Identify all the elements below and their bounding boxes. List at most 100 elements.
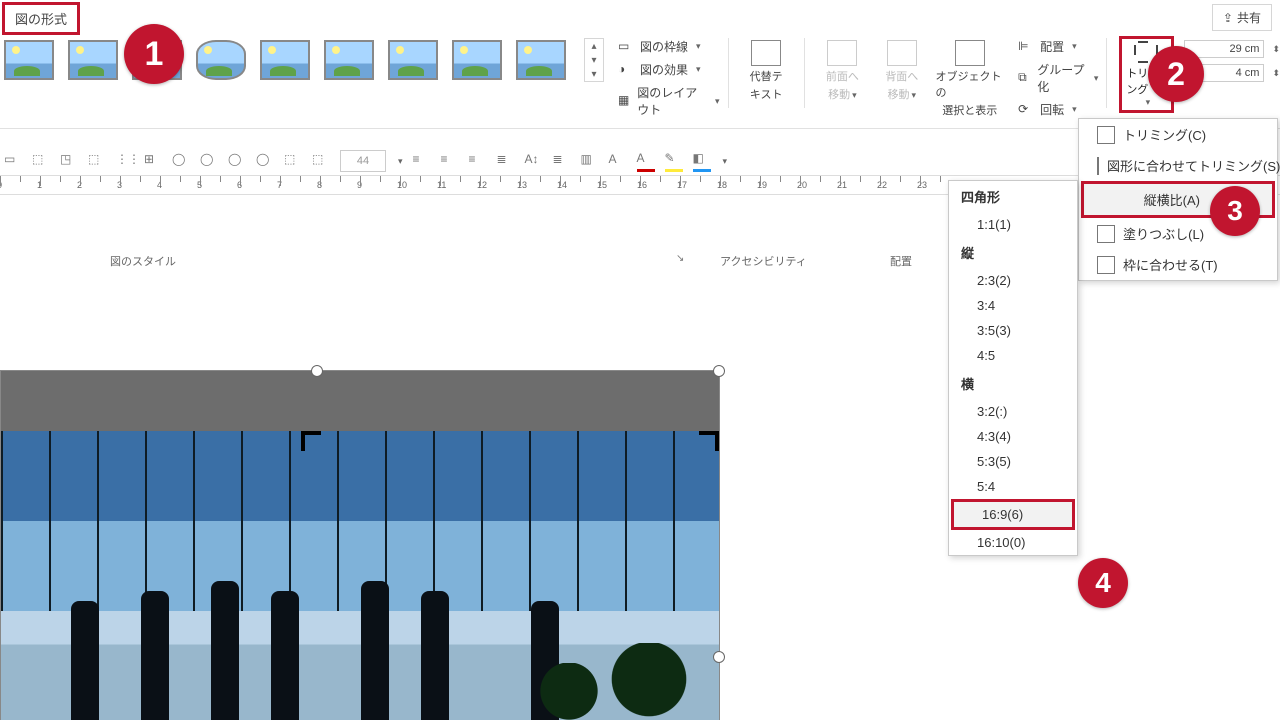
bring-forward-icon	[827, 40, 857, 66]
chevron-down-icon: ▾	[696, 64, 701, 75]
qat-icon[interactable]: ⬚	[284, 152, 302, 170]
menu-crop[interactable]: トリミング(C)	[1079, 119, 1277, 150]
title-bar: 図の形式 ⇪共有	[0, 0, 1280, 32]
fit-icon	[1097, 256, 1115, 274]
picture-layout-button[interactable]: ▦図のレイアウト▾	[618, 84, 720, 118]
crop-handle[interactable]	[301, 431, 321, 451]
callout-4: 4	[1078, 558, 1128, 608]
align-center-icon[interactable]: ≡	[441, 152, 459, 170]
arrange-options: ⊫配置▾ ⧉グループ化▾ ⟳回転▾	[1018, 38, 1098, 118]
columns-icon[interactable]: ▥	[581, 152, 599, 170]
shape-icon	[1097, 157, 1099, 175]
aspect-ratio-submenu: 四角形 1:1(1) 縦 2:3(2) 3:4 3:5(3) 4:5 横 3:2…	[948, 180, 1078, 556]
highlight-icon[interactable]: ✎	[665, 151, 683, 172]
share-button[interactable]: ⇪共有	[1212, 4, 1272, 31]
send-backward-button[interactable]: 背面へ 移動▾	[872, 38, 931, 104]
chevron-down-icon: ▾	[696, 41, 701, 52]
callout-3: 3	[1210, 186, 1260, 236]
chevron-down-icon: ▾	[1146, 97, 1151, 108]
tab-picture-format[interactable]: 図の形式	[2, 2, 80, 35]
menu-fit[interactable]: 枠に合わせる(T)	[1079, 249, 1277, 280]
qat-icon[interactable]: ◯	[228, 152, 246, 170]
aspect-3-5[interactable]: 3:5(3)	[949, 318, 1077, 343]
layout-icon: ▦	[618, 93, 631, 109]
send-backward-icon	[887, 40, 917, 66]
pic-style-5[interactable]	[260, 40, 310, 80]
picture-border-button[interactable]: ▭図の枠線▾	[618, 38, 720, 55]
pic-style-4[interactable]	[196, 40, 246, 80]
qat-icon[interactable]: ⬚	[32, 152, 50, 170]
picture-styles-gallery[interactable]: ▴▾▾	[0, 32, 608, 82]
line-spacing-icon[interactable]: ≣	[553, 152, 571, 170]
qat-icon[interactable]: ⬚	[88, 152, 106, 170]
pic-style-6[interactable]	[324, 40, 374, 80]
aspect-16-9[interactable]: 16:9(6)	[951, 499, 1075, 530]
effects-icon: ◑	[618, 62, 634, 78]
rotate-icon: ⟳	[1018, 102, 1034, 118]
picture-format-options: ▭図の枠線▾ ◑図の効果▾ ▦図のレイアウト▾	[618, 38, 720, 118]
chevron-down-icon: ▾	[715, 96, 720, 107]
aspect-3-2[interactable]: 3:2(:)	[949, 399, 1077, 424]
qat-icon[interactable]: ◯	[200, 152, 218, 170]
spacing-icon[interactable]: A↕	[525, 152, 543, 170]
font-size-box[interactable]: 44	[340, 150, 386, 172]
align-left-icon[interactable]: ≡	[413, 152, 431, 170]
qat-icon[interactable]: ◯	[256, 152, 274, 170]
callout-2: 2	[1148, 46, 1204, 102]
aspect-4-3[interactable]: 4:3(4)	[949, 424, 1077, 449]
qat-icon[interactable]: ⬚	[312, 152, 330, 170]
group-label-accessibility: アクセシビリティ	[720, 253, 807, 269]
crop-icon	[1097, 126, 1115, 144]
group-button[interactable]: ⧉グループ化▾	[1018, 61, 1098, 95]
ribbon: ▴▾▾ ▭図の枠線▾ ◑図の効果▾ ▦図のレイアウト▾ 代替テ キスト 前面へ …	[0, 32, 1280, 129]
selected-picture[interactable]	[0, 370, 720, 720]
dialog-launcher-icon[interactable]: ↘	[676, 253, 684, 264]
group-icon: ⧉	[1018, 70, 1031, 86]
aspect-3-4[interactable]: 3:4	[949, 293, 1077, 318]
fill-icon[interactable]: ◧	[693, 151, 711, 172]
align-right-icon[interactable]: ≡	[469, 152, 487, 170]
aspect-2-3[interactable]: 2:3(2)	[949, 268, 1077, 293]
group-label-arrange: 配置	[890, 253, 912, 269]
font-icon[interactable]: A	[609, 152, 627, 170]
selection-handle[interactable]	[311, 365, 323, 377]
align-button[interactable]: ⊫配置▾	[1018, 38, 1098, 55]
share-icon: ⇪	[1223, 11, 1233, 25]
fill-icon	[1097, 225, 1115, 243]
pic-style-9[interactable]	[516, 40, 566, 80]
align-icon: ⊫	[1018, 39, 1034, 55]
aspect-5-3[interactable]: 5:3(5)	[949, 449, 1077, 474]
justify-icon[interactable]: ≣	[497, 152, 515, 170]
pic-style-1[interactable]	[4, 40, 54, 80]
aspect-4-5[interactable]: 4:5	[949, 343, 1077, 368]
rotate-button[interactable]: ⟳回転▾	[1018, 101, 1098, 118]
bring-forward-button[interactable]: 前面へ 移動▾	[813, 38, 872, 104]
aspect-1-1[interactable]: 1:1(1)	[949, 212, 1077, 237]
pic-style-2[interactable]	[68, 40, 118, 80]
qat-icon[interactable]: ⊞	[144, 152, 162, 170]
group-label-styles: 図のスタイル	[110, 253, 176, 269]
alt-text-icon	[751, 40, 781, 66]
aspect-header-square: 四角形	[949, 181, 1077, 212]
picture-effects-button[interactable]: ◑図の効果▾	[618, 61, 720, 78]
pic-style-7[interactable]	[388, 40, 438, 80]
menu-crop-to-shape[interactable]: 図形に合わせてトリミング(S)›	[1079, 150, 1277, 181]
picture-styles-more[interactable]: ▴▾▾	[584, 38, 604, 82]
selection-pane-icon	[955, 40, 985, 66]
qat-icon[interactable]: ◳	[60, 152, 78, 170]
pic-style-8[interactable]	[452, 40, 502, 80]
alt-text-button[interactable]: 代替テ キスト	[736, 38, 795, 104]
aspect-header-portrait: 縦	[949, 237, 1077, 268]
selection-handle[interactable]	[713, 365, 725, 377]
callout-1: 1	[124, 24, 184, 84]
qat-icon[interactable]: ⋮⋮	[116, 152, 134, 170]
crop-handle[interactable]	[699, 431, 719, 451]
font-color-icon[interactable]: A	[637, 151, 655, 172]
border-icon: ▭	[618, 39, 634, 55]
qat-icon[interactable]: ▭	[4, 152, 22, 170]
selection-pane-button[interactable]: オブジェクトの 選択と表示	[932, 38, 1009, 120]
selection-handle[interactable]	[713, 651, 725, 663]
aspect-5-4[interactable]: 5:4	[949, 474, 1077, 499]
aspect-16-10[interactable]: 16:10(0)	[949, 530, 1077, 555]
qat-icon[interactable]: ◯	[172, 152, 190, 170]
